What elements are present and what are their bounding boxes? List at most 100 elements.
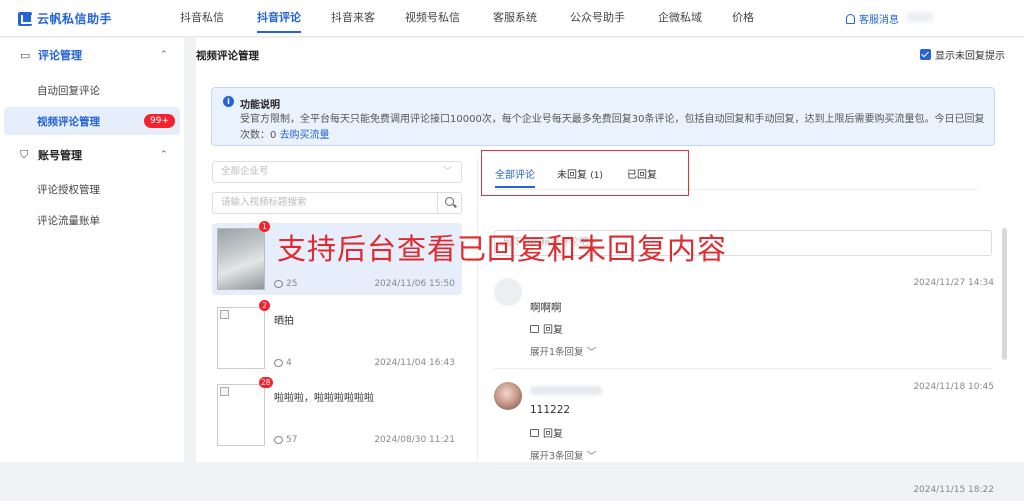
expand-replies-button[interactable]: 展开1条回复 ﹀ xyxy=(530,344,596,358)
nav-item-channels-dm[interactable]: 视频号私信 xyxy=(405,0,460,37)
page-title: 视频评论管理 xyxy=(196,50,259,62)
comment-text: 111222 xyxy=(530,404,571,416)
reply-label: 回复 xyxy=(543,429,563,440)
video-search-input[interactable]: 请输入视频标题搜索 xyxy=(212,192,462,214)
logo-icon xyxy=(18,11,33,26)
comment-bubble-icon xyxy=(274,436,283,444)
sidebar-item-auto-reply[interactable]: 自动回复评论 xyxy=(4,76,180,104)
chevron-up-icon: ⌃ xyxy=(160,50,168,60)
avatar[interactable] xyxy=(494,278,522,306)
comment-bubble-icon xyxy=(274,280,283,288)
reply-button[interactable]: 回复 xyxy=(530,425,563,440)
sidebar: ▭ 评论管理 ⌃ 自动回复评论 视频评论管理 99+ ⛉ 账号管理 ⌃ 评论授权… xyxy=(0,38,184,462)
show-unreplied-label: 显示未回复提示 xyxy=(935,51,1005,62)
sidebar-group-label: 账号管理 xyxy=(38,149,82,162)
nav-item-service-system[interactable]: 客服系统 xyxy=(493,0,537,37)
comment-item: 2024/11/15 18:22 xyxy=(494,481,994,501)
video-item[interactable]: 28 啦啦啦，啦啦啦啦啦啦 57 2024/08/30 11:21 xyxy=(212,377,462,451)
broken-image-icon xyxy=(220,387,229,396)
sidebar-item-label: 评论授权管理 xyxy=(37,184,100,196)
comment-text: 啊啊啊 xyxy=(530,302,562,314)
buy-traffic-link[interactable]: 去购买流量 xyxy=(280,130,330,141)
nav-item-wecom-private[interactable]: 企微私域 xyxy=(658,0,702,37)
sidebar-item-video-comments[interactable]: 视频评论管理 99+ xyxy=(4,107,180,135)
nav-item-pricing[interactable]: 价格 xyxy=(732,0,754,37)
chevron-down-icon: ﹀ xyxy=(442,167,452,177)
account-select-placeholder: 全部企业号 xyxy=(221,166,269,177)
divider xyxy=(494,471,992,472)
comment-item: 2024/11/18 10:45 111222 回复 展开3条回复 ﹀ xyxy=(494,378,994,464)
sidebar-item-label: 视频评论管理 xyxy=(37,116,100,128)
comment-count-value: 57 xyxy=(286,435,298,445)
comment-icon: ▭ xyxy=(20,48,31,62)
expand-replies-label: 展开3条回复 xyxy=(530,451,584,462)
comment-item: 2024/11/27 14:34 啊啊啊 回复 展开1条回复 ﹀ xyxy=(494,274,994,360)
video-thumbnail xyxy=(217,384,265,446)
video-unread-badge: 1 xyxy=(259,221,270,232)
video-comment-count: 57 xyxy=(274,435,297,445)
chevron-down-icon: ﹀ xyxy=(586,451,597,462)
video-unread-badge: 28 xyxy=(259,377,273,388)
shield-icon: ⛉ xyxy=(20,148,29,161)
nav-item-official-account[interactable]: 公众号助手 xyxy=(570,0,625,37)
reply-icon xyxy=(530,428,539,437)
video-comment-count: 4 xyxy=(274,358,292,368)
reply-icon xyxy=(530,324,539,333)
app-name: 云帆私信助手 xyxy=(37,12,113,26)
sidebar-item-label: 自动回复评论 xyxy=(37,85,100,97)
tabs-highlight-box xyxy=(481,150,689,196)
comment-date: 2024/11/27 14:34 xyxy=(913,278,994,288)
expand-replies-label: 展开1条回复 xyxy=(530,347,584,358)
nav-item-douyin-comments[interactable]: 抖音评论 xyxy=(257,0,301,37)
app-logo[interactable]: 云帆私信助手 xyxy=(18,10,112,27)
video-title: 啦啦啦，啦啦啦啦啦啦 xyxy=(274,393,374,404)
reply-label: 回复 xyxy=(543,325,563,336)
main-nav: 抖音私信 抖音评论 抖音来客 视频号私信 客服系统 公众号助手 企微私域 价格 xyxy=(180,0,754,37)
support-messages-link[interactable]: 客服消息 xyxy=(846,11,899,26)
search-button[interactable] xyxy=(437,193,461,213)
sidebar-item-traffic-bill[interactable]: 评论流量账单 xyxy=(4,206,180,234)
comment-count-value: 4 xyxy=(286,358,292,368)
reply-button[interactable]: 回复 xyxy=(530,321,563,336)
video-title: 晒拍 xyxy=(274,316,294,327)
divider xyxy=(494,368,992,369)
video-search-placeholder: 请输入视频标题搜索 xyxy=(221,197,307,208)
notice-title: 功能说明 xyxy=(240,100,280,111)
video-date: 2024/11/04 16:43 xyxy=(374,358,455,368)
scrollbar[interactable] xyxy=(1002,228,1007,360)
comments-pane: 全部评论 未回复 (1) 已回复 留下你的精彩评论吧~ 2024/11/27 1… xyxy=(479,146,1024,495)
search-icon xyxy=(445,197,454,206)
video-date: 2024/08/30 11:21 xyxy=(374,435,455,445)
sidebar-group-account-management[interactable]: ⛉ 账号管理 ⌃ xyxy=(0,140,184,170)
video-item[interactable]: 2 晒拍 4 2024/11/04 16:43 xyxy=(212,300,462,374)
sidebar-group-comment-management[interactable]: ▭ 评论管理 ⌃ xyxy=(0,40,184,70)
comment-date: 2024/11/15 18:22 xyxy=(913,485,994,495)
video-date: 2024/11/06 15:50 xyxy=(374,279,455,289)
top-navbar: 云帆私信助手 抖音私信 抖音评论 抖音来客 视频号私信 客服系统 公众号助手 企… xyxy=(0,0,1024,37)
sidebar-item-label: 评论流量账单 xyxy=(37,215,100,227)
nav-item-douyin-dm[interactable]: 抖音私信 xyxy=(180,0,224,37)
promo-caption: 支持后台查看已回复和未回复内容 xyxy=(277,232,728,266)
video-list-pane: 全部企业号 ﹀ 请输入视频标题搜索 1 25 2024/11/06 15:50 … xyxy=(196,158,478,462)
chevron-up-icon: ⌃ xyxy=(160,150,168,160)
unread-badge: 99+ xyxy=(144,114,175,128)
nav-item-douyin-laike[interactable]: 抖音来客 xyxy=(331,0,375,37)
expand-replies-button[interactable]: 展开3条回复 ﹀ xyxy=(530,448,596,462)
show-unreplied-toggle[interactable]: 显示未回复提示 xyxy=(920,47,1005,62)
sidebar-item-auth-management[interactable]: 评论授权管理 xyxy=(4,175,180,203)
account-select[interactable]: 全部企业号 ﹀ xyxy=(212,161,462,183)
broken-image-icon xyxy=(220,310,229,319)
video-thumbnail xyxy=(217,228,265,290)
bell-icon xyxy=(846,13,855,24)
commenter-name-blurred xyxy=(530,386,602,395)
video-thumbnail xyxy=(217,307,265,369)
sidebar-group-label: 评论管理 xyxy=(38,49,82,62)
checkbox-checked-icon[interactable] xyxy=(920,49,931,60)
user-name-blurred[interactable] xyxy=(906,12,934,22)
comment-bubble-icon xyxy=(274,359,283,367)
feature-notice: i 功能说明 受官方限制，全平台每天只能免费调用评论接口10000次，每个企业号… xyxy=(211,87,995,146)
video-comment-count: 25 xyxy=(274,279,297,289)
support-label: 客服消息 xyxy=(859,15,899,26)
avatar[interactable] xyxy=(494,382,522,410)
chevron-down-icon: ﹀ xyxy=(586,347,597,358)
